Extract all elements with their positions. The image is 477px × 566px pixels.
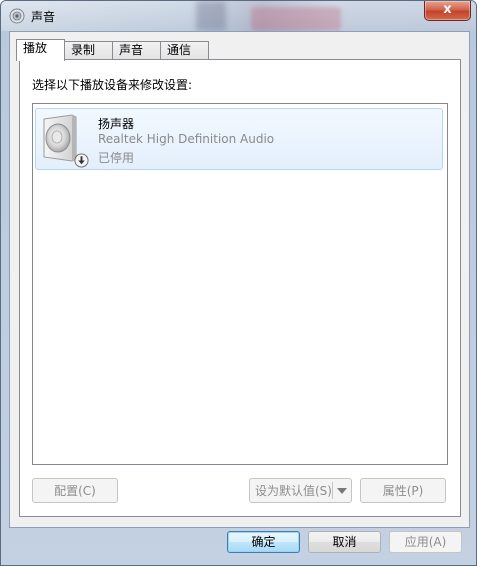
device-list[interactable]: 扬声器 Realtek High Definition Audio 已停用 — [32, 103, 448, 465]
cancel-button[interactable]: 取消 — [308, 531, 381, 553]
title-bar-background — [251, 7, 341, 31]
configure-button[interactable]: 配置(C) — [32, 478, 118, 503]
device-status: 已停用 — [98, 151, 135, 165]
apply-button[interactable]: 应用(A) — [389, 531, 462, 553]
disabled-down-arrow-icon — [74, 153, 89, 168]
device-name: 扬声器 — [98, 117, 135, 131]
ok-button[interactable]: 确定 — [227, 531, 300, 553]
split-separator — [332, 482, 333, 499]
tab-playback[interactable]: 播放 — [16, 39, 65, 61]
playback-panel: 选择以下播放设备来修改设置: 扬声器 Realtek High Definiti… — [19, 59, 461, 517]
set-default-button[interactable]: 设为默认值(S) — [249, 478, 352, 503]
window-title: 声音 — [31, 10, 56, 24]
instruction-text: 选择以下播放设备来修改设置: — [32, 78, 193, 92]
device-description: Realtek High Definition Audio — [98, 132, 275, 146]
chevron-down-icon[interactable] — [337, 488, 347, 494]
tab-sounds[interactable]: 声音 — [112, 41, 161, 59]
list-item[interactable]: 扬声器 Realtek High Definition Audio 已停用 — [35, 108, 443, 170]
close-button[interactable]: x — [424, 1, 471, 21]
dialog-body: 播放 录制 声音 通信 选择以下播放设备来修改设置: 扬声器 Realtek H… — [9, 31, 470, 528]
set-default-label: 设为默认值(S) — [255, 484, 332, 498]
tab-recording[interactable]: 录制 — [64, 41, 113, 59]
tab-communications[interactable]: 通信 — [160, 41, 209, 59]
sound-app-icon — [9, 8, 25, 24]
close-icon: x — [443, 2, 452, 17]
title-bar[interactable]: 声音 x — [1, 1, 476, 31]
title-bar-background — [196, 1, 226, 31]
properties-button[interactable]: 属性(P) — [360, 478, 446, 503]
sound-dialog-window: 声音 x 播放 录制 声音 通信 选择以下播放设备来修改设置: 扬声器 Real… — [0, 0, 477, 566]
